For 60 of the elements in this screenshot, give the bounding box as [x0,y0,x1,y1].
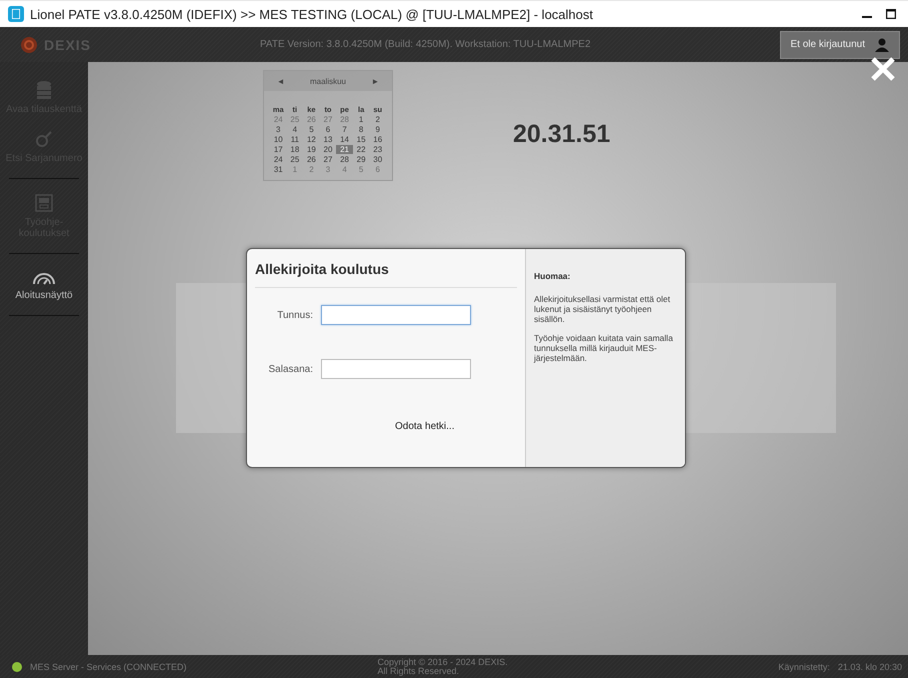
calendar-day[interactable]: 25 [286,155,304,164]
field-label: Salasana: [268,364,314,374]
copyright-text: Copyright © 2016 - 2024 DEXIS. [377,658,509,666]
calendar-day[interactable]: 17 [270,145,287,154]
calendar-day[interactable]: 7 [336,125,353,134]
calendar-day[interactable]: 12 [303,135,320,144]
calendar-day[interactable]: 13 [320,135,336,144]
calendar-day[interactable]: 2 [369,115,386,124]
calendar-day[interactable]: 28 [336,155,353,164]
note-text: Työohje voidaan kuitata vain samalla tunnuksella millä kirjauduit MES-järjestelmään. [534,334,674,364]
database-icon [35,80,53,100]
window-title: Lionel PATE v3.8.0.4250M (IDEFIX) >> MES TESTING (LOCAL) @ [TUU-LMALMPE2] - localhost [30,6,594,22]
calendar-day[interactable]: 19 [303,145,320,154]
calendar-day[interactable]: 24 [270,155,287,164]
calendar-day[interactable]: 22 [352,145,370,154]
calendar-day[interactable]: 14 [336,135,353,144]
calendar-day[interactable]: 26 [303,155,320,164]
calendar-day[interactable]: 29 [352,155,370,164]
calendar-day[interactable]: 9 [369,125,386,134]
prev-month-button[interactable]: ◄ [276,76,285,86]
calendar-day[interactable]: 4 [286,125,304,134]
calendar-day[interactable]: 11 [286,135,304,144]
user-icon [875,38,889,52]
app-icon [8,6,24,22]
started-time: 21.03. klo 20:30 [838,662,902,672]
login-button[interactable]: Et ole kirjautunut [780,30,900,58]
status-text: Odota hetki... [394,421,456,432]
calendar-day[interactable]: 18 [286,145,304,154]
calendar-day[interactable]: 10 [270,135,287,144]
calendar-day[interactable]: 23 [369,145,386,154]
calendar-month: maaliskuu [310,76,346,86]
calendar-day[interactable]: 21 [336,145,353,154]
logo-icon [20,36,38,54]
maximize-icon[interactable] [886,9,896,19]
server-status: MES Server - Services (CONNECTED) [30,662,187,672]
calendar-day[interactable]: 15 [352,135,370,144]
calendar-day[interactable]: 27 [320,155,336,164]
calendar-day[interactable]: 16 [369,135,386,144]
note-text: Allekirjoituksellasi varmistat että olet lukenut ja sisäistänyt työohjeen sisällön. [534,295,672,324]
copyright-text: All Rights Reserved. [377,666,460,676]
sidebar-item[interactable]: Aloitusnäyttö [2,264,86,311]
calendar-day[interactable]: 1 [352,115,370,124]
input-field[interactable] [321,305,471,325]
version-text: PATE Version: 3.8.0.4250M (Build: 4250M). Workstation: TUU-LMALMPE2 [259,39,592,50]
calendar-day[interactable]: 31 [270,165,287,174]
clock: 20.31.51 [513,120,610,149]
calendar-day[interactable]: 8 [352,125,370,134]
search-icon [34,129,54,149]
calendar-day[interactable]: 6 [320,125,336,134]
calendar-day[interactable]: 3 [270,125,287,134]
next-month-button[interactable]: ► [371,76,380,86]
input-field[interactable] [321,359,471,379]
calendar-day[interactable]: 5 [303,125,320,134]
field-label: Tunnus: [276,310,314,320]
calendar-day[interactable]: 30 [369,155,386,164]
monitor-icon [34,193,54,213]
dialog-title: Allekirjoita koulutus [255,261,517,288]
started-label: Käynnistetty: [778,662,830,672]
note-title: Huomaa: [534,271,572,281]
calendar-day[interactable]: 20 [320,145,336,154]
